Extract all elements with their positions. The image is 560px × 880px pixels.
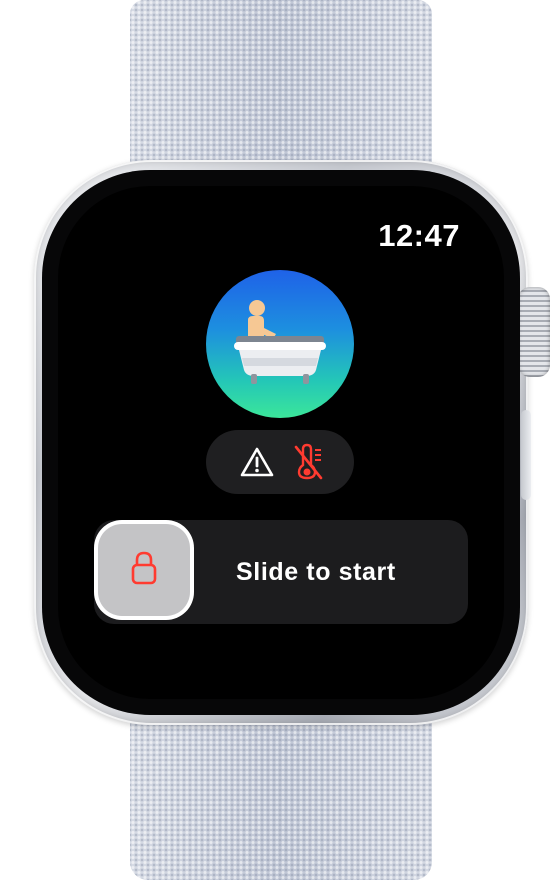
bathtub-icon bbox=[206, 270, 354, 418]
watch-screen: 12:47 Slide to start bbox=[58, 186, 504, 699]
thermometer-off-icon bbox=[294, 443, 324, 486]
side-button[interactable] bbox=[521, 410, 531, 500]
watch-mockup: 12:47 Slide to start bbox=[0, 0, 560, 880]
digital-crown[interactable] bbox=[518, 287, 550, 377]
warning-triangle-icon bbox=[240, 446, 274, 483]
slide-to-start-control[interactable]: Slide to start bbox=[94, 520, 468, 624]
status-indicators bbox=[206, 430, 354, 494]
slider-label: Slide to start bbox=[236, 558, 396, 586]
clock-time: 12:47 bbox=[378, 218, 460, 253]
slider-thumb[interactable] bbox=[98, 524, 190, 616]
